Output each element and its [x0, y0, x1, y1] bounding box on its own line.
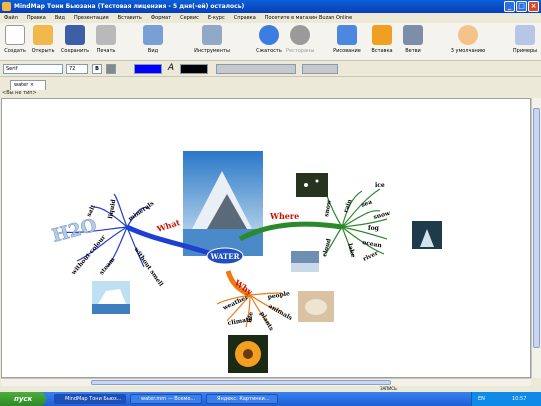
paint-icon: [337, 25, 357, 45]
shape-tools[interactable]: [216, 64, 296, 74]
animals-image[interactable]: [298, 291, 334, 322]
menu-file[interactable]: Файл: [4, 13, 18, 23]
branch-icon: [403, 25, 423, 45]
vertical-scrollbar[interactable]: [531, 98, 541, 378]
breadcrumb: <Вы не тип>: [2, 90, 37, 96]
print-button[interactable]: Печать: [94, 25, 118, 59]
word-cloud[interactable]: cloud: [321, 237, 333, 257]
open-button[interactable]: Открыть: [30, 25, 56, 59]
floppy-icon: [65, 25, 85, 45]
window-title: MindMap Тони Бьюзана (Тестовая лицензия …: [14, 3, 245, 10]
clock: 10:57: [512, 396, 527, 402]
bold-button[interactable]: B: [92, 64, 102, 74]
task-mindmap[interactable]: MindMap Тони Бьюз...: [54, 394, 126, 404]
h2o-label[interactable]: H2O: [50, 215, 100, 248]
word-steam[interactable]: steam: [98, 256, 117, 276]
font-size-select[interactable]: 72: [66, 64, 88, 74]
font-select[interactable]: Serif: [3, 64, 63, 74]
background-swatch[interactable]: [180, 64, 208, 74]
menu-view[interactable]: Вид: [55, 13, 65, 23]
vertical-scroll-thumb[interactable]: [533, 108, 540, 348]
menu-edit[interactable]: Правка: [27, 13, 46, 23]
rain-image[interactable]: [412, 221, 442, 249]
globe-icon: [259, 25, 279, 45]
word-plants[interactable]: plants: [258, 311, 275, 333]
word-salt[interactable]: salt: [85, 204, 97, 218]
word-animals[interactable]: animals: [267, 303, 294, 323]
branch-button[interactable]: Ветви: [400, 25, 426, 59]
view-icon: [143, 25, 163, 45]
word-ice[interactable]: ice: [375, 182, 385, 189]
menu-bar: Файл Правка Вид Презентация Вставить Фор…: [0, 13, 541, 23]
title-bar: MindMap Тони Бьюзана (Тестовая лицензия …: [0, 0, 541, 13]
minimize-button[interactable]: _: [504, 1, 515, 12]
style-tools[interactable]: [302, 64, 338, 74]
menu-ecourse[interactable]: Е-курс: [208, 13, 225, 23]
menu-presentation[interactable]: Презентация: [74, 13, 109, 23]
task-water[interactable]: water.mm — Всемо...: [130, 394, 202, 404]
color-swatch[interactable]: [134, 64, 162, 74]
menu-help[interactable]: Справка: [234, 13, 256, 23]
insert-button[interactable]: Вставка: [368, 25, 396, 59]
word-without-smell[interactable]: without smell: [132, 245, 165, 288]
format-bar: Serif 72 B A: [0, 61, 541, 77]
word-people[interactable]: people: [267, 290, 290, 301]
folder-icon: [33, 25, 53, 45]
lake-image[interactable]: [291, 251, 319, 272]
tab-water[interactable]: water ×: [10, 80, 46, 90]
central-image[interactable]: [183, 151, 263, 256]
view-button[interactable]: Вид: [140, 25, 166, 59]
word-weather[interactable]: weather: [221, 294, 250, 313]
examples-icon: [515, 25, 535, 45]
central-node-label: WATER: [210, 252, 240, 261]
snow-image[interactable]: [296, 173, 328, 197]
language-indicator[interactable]: EN: [478, 392, 485, 406]
mindmap-canvas[interactable]: What H2O salt liquid minerals without co…: [1, 98, 531, 378]
shorten-button[interactable]: Сжатость: [255, 25, 283, 59]
new-file-icon: [5, 25, 25, 45]
save-button[interactable]: Сохранить: [60, 25, 90, 59]
menu-service[interactable]: Сервис: [180, 13, 199, 23]
word-fog[interactable]: fog: [368, 225, 380, 232]
word-minerals[interactable]: minerals: [127, 200, 156, 223]
close-button[interactable]: ×: [528, 1, 539, 12]
drawing-button[interactable]: Рисование: [332, 25, 362, 59]
bulb-icon: [458, 25, 478, 45]
circle-icon: [290, 25, 310, 45]
word-snow-1[interactable]: snow: [323, 199, 333, 218]
text-color-button[interactable]: A: [166, 64, 176, 74]
start-button[interactable]: пуск: [0, 392, 46, 406]
menu-insert[interactable]: Вставить: [118, 13, 142, 23]
tools-button[interactable]: Инструменты: [192, 25, 232, 59]
flower-image[interactable]: [228, 335, 268, 373]
system-tray: EN 10:57: [471, 392, 541, 406]
branch-label-where[interactable]: Where: [269, 211, 299, 221]
rest-button[interactable]: Рестораны: [286, 25, 314, 59]
branch-label-what[interactable]: What: [155, 217, 182, 234]
iceberg-image[interactable]: [92, 281, 130, 314]
task-yandex[interactable]: Яндекс: Картинки...: [206, 394, 278, 404]
menu-format[interactable]: Формат: [151, 13, 171, 23]
horizontal-scroll-thumb[interactable]: [91, 380, 391, 385]
default-button[interactable]: 3 умолчанию: [448, 25, 488, 59]
word-lake[interactable]: lake: [346, 243, 356, 259]
word-life[interactable]: life: [246, 311, 255, 323]
printer-icon: [96, 25, 116, 45]
menu-store-link[interactable]: Посетите в магазин Buzan Online: [265, 13, 352, 23]
word-sea[interactable]: sea: [360, 198, 373, 208]
brush-icon[interactable]: [106, 64, 116, 74]
tools-icon: [202, 25, 222, 45]
central-node[interactable]: WATER: [206, 247, 244, 265]
horizontal-scrollbar[interactable]: [1, 378, 531, 386]
taskbar: пуск MindMap Тони Бьюз... water.mm — Все…: [0, 392, 541, 406]
create-button[interactable]: Создать: [4, 25, 26, 59]
word-liquid[interactable]: liquid: [107, 198, 117, 219]
examples-button[interactable]: Примеры: [512, 25, 538, 59]
insert-arrow-icon: [372, 25, 392, 45]
document-tabs: water ×: [0, 78, 541, 90]
maximize-button[interactable]: □: [516, 1, 527, 12]
app-icon: [2, 2, 11, 11]
main-toolbar: Создать Открыть Сохранить Печать Вид Инс…: [0, 23, 541, 61]
